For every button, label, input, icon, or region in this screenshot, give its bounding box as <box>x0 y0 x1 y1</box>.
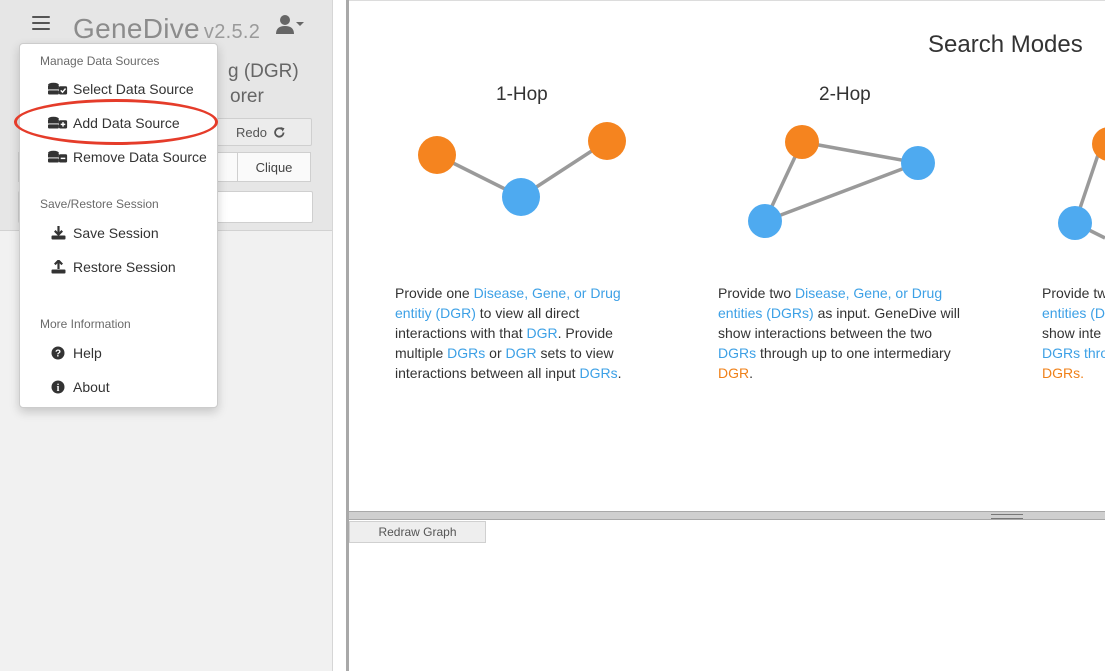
redo-icon <box>274 126 285 138</box>
horizontal-splitter[interactable] <box>349 511 1105 520</box>
one-hop-graph <box>418 122 626 216</box>
svg-text:?: ? <box>55 349 61 360</box>
app-root: GeneDivev2.5.2 g (DGR) orer Redo Clique <box>0 0 1105 671</box>
dgr-link[interactable]: DGR <box>527 325 558 341</box>
graph-node <box>418 136 456 174</box>
about-label: About <box>73 379 110 395</box>
redo-button[interactable]: Redo <box>210 118 312 146</box>
remove-data-source-item[interactable]: Remove Data Source <box>48 146 207 168</box>
redraw-graph-button[interactable]: Redraw Graph <box>349 521 486 543</box>
info-circle-icon: i <box>48 379 68 395</box>
two-hop-graph <box>748 125 935 238</box>
mode-1hop-description: Provide one Disease, Gene, or Drug entit… <box>395 285 622 381</box>
user-icon[interactable] <box>276 14 304 41</box>
subtitle-line2: orer <box>230 86 264 107</box>
upload-icon <box>48 259 68 275</box>
third-mode-graph <box>1058 127 1105 240</box>
question-circle-icon: ? <box>48 345 68 361</box>
menu-section-info: More Information <box>40 317 131 331</box>
database-minus-icon <box>48 149 68 165</box>
add-data-source-item[interactable]: Add Data Source <box>48 112 180 134</box>
database-plus-icon <box>48 115 68 131</box>
help-label: Help <box>73 345 102 361</box>
dgr-link[interactable]: DGRs <box>447 345 485 361</box>
menu-icon[interactable] <box>32 16 50 32</box>
select-data-source-label: Select Data Source <box>73 81 194 97</box>
subtitle-line1: g (DGR) <box>228 61 299 82</box>
graph-node <box>901 146 935 180</box>
graph-node <box>502 178 540 216</box>
dgr-link[interactable]: DGR <box>718 365 749 381</box>
main-panel: Search Modes 1-Hop 2-Hop Provide one Dis… <box>349 0 1105 671</box>
splitter-grip-icon[interactable] <box>991 514 1023 519</box>
app-title: GeneDive v2.5.2 <box>73 13 260 45</box>
svg-text:i: i <box>57 383 60 394</box>
restore-session-label: Restore Session <box>73 259 176 275</box>
graph-node <box>1092 127 1105 161</box>
graph-node <box>1058 206 1092 240</box>
redo-label: Redo <box>235 124 268 140</box>
app-name: GeneDive <box>73 13 200 44</box>
graph-node <box>748 204 782 238</box>
clique-button[interactable]: Clique <box>237 152 311 182</box>
about-item[interactable]: i About <box>48 376 110 398</box>
mode-3-description: Provide tw entities (D show inte DGRs th… <box>1042 285 1105 381</box>
dgr-link[interactable]: DGRs <box>718 345 756 361</box>
download-icon <box>48 225 68 241</box>
search-modes-title: Search Modes <box>928 31 1083 58</box>
app-version: v2.5.2 <box>203 21 261 43</box>
help-item[interactable]: ? Help <box>48 342 102 364</box>
graph-node <box>785 125 819 159</box>
save-session-item[interactable]: Save Session <box>48 222 159 244</box>
save-session-label: Save Session <box>73 225 159 241</box>
remove-data-source-label: Remove Data Source <box>73 149 207 165</box>
database-check-icon <box>48 81 68 97</box>
dgr-link[interactable]: DGR <box>506 345 537 361</box>
main-dropdown-menu: Manage Data Sources Select Data Source A… <box>19 43 218 408</box>
restore-session-item[interactable]: Restore Session <box>48 256 176 278</box>
mode-2hop-title: 2-Hop <box>819 84 871 105</box>
add-data-source-label: Add Data Source <box>73 115 180 131</box>
menu-section-session: Save/Restore Session <box>40 197 159 211</box>
mode-2hop-description: Provide two Disease, Gene, or Drug entit… <box>718 285 960 381</box>
select-data-source-item[interactable]: Select Data Source <box>48 78 194 100</box>
menu-section-data-sources: Manage Data Sources <box>40 54 160 68</box>
graph-node <box>588 122 626 160</box>
search-mode-graphs <box>418 122 1105 240</box>
mode-1hop-title: 1-Hop <box>496 84 548 105</box>
dgr-link[interactable]: DGRs <box>579 365 617 381</box>
